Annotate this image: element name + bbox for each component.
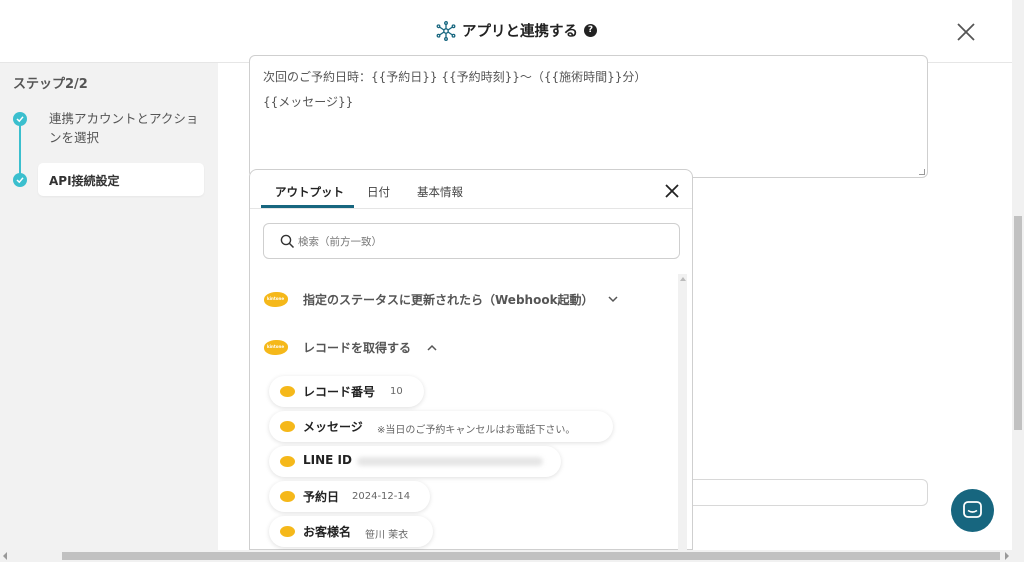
section-get-record[interactable]: レコードを取得する (303, 339, 411, 356)
scroll-left-arrow-icon[interactable] (3, 552, 7, 560)
message-textarea[interactable]: 次回のご予約日時：{{予約日}} {{予約時刻}}〜（{{施術時間}}分） {{… (249, 55, 928, 178)
page-vertical-scrollbar[interactable] (1012, 0, 1024, 550)
field-message[interactable]: メッセージ ※当日のご予約キャンセルはお電話下さい。 (269, 411, 613, 442)
field-line-id[interactable]: LINE ID (269, 446, 561, 477)
scroll-up-arrow-icon[interactable] (680, 277, 686, 281)
scroll-right-arrow-icon[interactable] (1005, 552, 1009, 560)
tab-output[interactable]: アウトプット (275, 184, 344, 200)
kintone-logo-icon: kintone (264, 290, 288, 308)
field-customer-name[interactable]: お客様名 笹川 茉衣 (269, 516, 433, 547)
field-record-number[interactable]: レコード番号 10 (269, 376, 424, 407)
blurred-value (357, 457, 543, 466)
close-icon[interactable] (955, 21, 977, 43)
tab-date[interactable]: 日付 (367, 184, 390, 200)
message-line: 次回のご予約日時：{{予約日}} {{予約時刻}}〜（{{施術時間}}分） (263, 70, 647, 84)
text-field[interactable] (690, 479, 928, 506)
section-webhook-trigger[interactable]: 指定のステータスに更新されたら（Webhook起動） (303, 291, 594, 308)
search-icon (280, 234, 295, 249)
kintone-mini-icon (280, 491, 295, 502)
step-sidebar: ステップ2/2 連携アカウントとアクションを選択 API接続設定 (0, 63, 218, 550)
step-2-label: API接続設定 (49, 174, 120, 188)
step-done-check-icon (13, 112, 27, 126)
modal-header: アプリと連携する ? (0, 0, 1012, 63)
chevron-up-icon[interactable] (427, 344, 437, 351)
step-current-check-icon (13, 173, 27, 187)
step-1-label[interactable]: 連携アカウントとアクションを選択 (49, 109, 199, 147)
chevron-down-icon[interactable] (608, 296, 618, 303)
list-scrollbar[interactable] (678, 274, 687, 551)
horizontal-scroll-thumb[interactable] (62, 552, 1000, 560)
page-horizontal-scrollbar[interactable] (0, 550, 1024, 562)
kintone-mini-icon (280, 526, 295, 537)
field-reservation-date[interactable]: 予約日 2024-12-14 (269, 481, 430, 512)
step-title: ステップ2/2 (13, 77, 88, 92)
popup-tabs: アウトプット 日付 基本情報 (250, 170, 692, 209)
active-tab-indicator (261, 205, 354, 208)
search-input[interactable] (298, 233, 668, 251)
kintone-mini-icon (280, 421, 295, 432)
message-line: {{メッセージ}} (263, 95, 354, 109)
resize-handle-icon[interactable] (919, 169, 925, 175)
kintone-mini-icon (280, 386, 295, 397)
step-2-item[interactable]: API接続設定 (38, 163, 204, 196)
modal-title-text: アプリと連携する (462, 24, 578, 40)
search-box (263, 223, 680, 259)
chat-button[interactable] (951, 489, 994, 532)
tab-basic-info[interactable]: 基本情報 (417, 184, 463, 200)
kintone-logo-icon: kintone (264, 338, 288, 356)
output-picker-popup: アウトプット 日付 基本情報 kintone 指定のステータスに更新されたら（W… (249, 169, 693, 551)
close-popup-icon[interactable] (664, 183, 680, 199)
kintone-mini-icon (280, 456, 295, 467)
step-connector (19, 119, 21, 181)
modal-title: アプリと連携する ? (436, 20, 597, 41)
hub-network-icon (436, 20, 456, 41)
vertical-scroll-thumb[interactable] (1014, 216, 1022, 430)
chat-icon (963, 501, 982, 518)
help-icon[interactable]: ? (584, 24, 597, 37)
